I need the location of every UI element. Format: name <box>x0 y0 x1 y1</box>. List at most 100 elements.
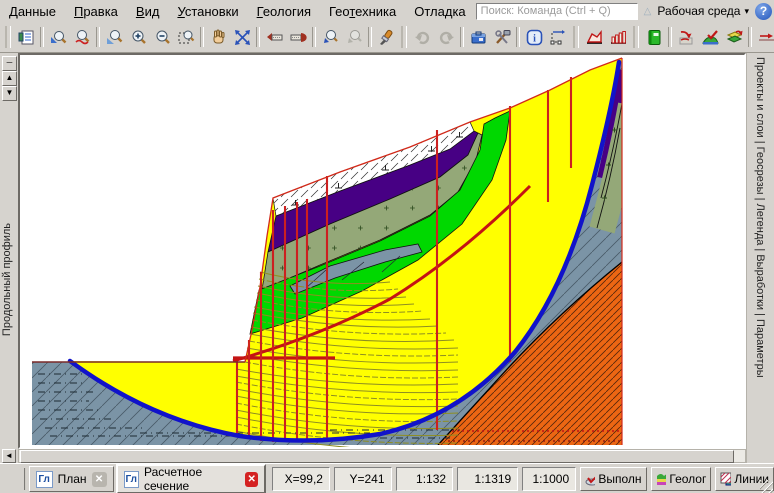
geology-toggle[interactable]: Геолог <box>651 467 712 491</box>
scroll-down-button[interactable]: ▼ <box>2 86 17 101</box>
section-curve-icon <box>678 29 695 46</box>
fit-view-button[interactable] <box>230 25 254 49</box>
find-icon <box>322 29 339 46</box>
horizontal-scrollbar[interactable] <box>18 449 746 463</box>
search-input[interactable] <box>476 3 638 20</box>
tab-plan[interactable]: Гл План ✕ <box>29 466 114 492</box>
bar-chart-icon <box>610 29 627 46</box>
zoom-out-button[interactable] <box>150 25 174 49</box>
scale-current: 1:132 <box>396 467 454 491</box>
scale-vertical: 1:1000 <box>522 467 576 491</box>
zoom-selection-button[interactable] <box>174 25 198 49</box>
tools-button[interactable] <box>490 25 514 49</box>
redo-button[interactable] <box>434 25 458 49</box>
find-next-button[interactable] <box>342 25 366 49</box>
resize-grip[interactable] <box>760 480 773 493</box>
menu-bar: Данные Правка Вид Установки Геология Гео… <box>0 0 774 23</box>
help-icon[interactable]: ? <box>755 3 772 20</box>
chevron-down-icon: ▾ <box>744 6 749 17</box>
geology-layers-icon <box>656 472 667 486</box>
find-next-icon <box>346 29 363 46</box>
geology-check-icon <box>702 29 719 46</box>
profile-chart-button[interactable] <box>582 25 606 49</box>
menu-view[interactable]: Вид <box>127 2 169 21</box>
zoom-previous-button[interactable] <box>70 25 94 49</box>
zoom-out-icon <box>154 29 171 46</box>
scroll-up-button[interactable]: ▲ <box>2 71 17 86</box>
scale-horizontal: 1:1319 <box>457 467 518 491</box>
geological-section <box>20 55 744 447</box>
menu-geotechnics[interactable]: Геотехника <box>320 2 405 21</box>
toolbar-grip[interactable] <box>573 26 579 48</box>
project-case-button[interactable] <box>466 25 490 49</box>
measure-frame-button[interactable] <box>546 25 570 49</box>
fit-view-icon <box>234 29 251 46</box>
menu-settings[interactable]: Установки <box>168 2 247 21</box>
menu-geology[interactable]: Геология <box>248 2 320 21</box>
zoom-window-button[interactable] <box>102 25 126 49</box>
menu-data[interactable]: Данные <box>0 2 65 21</box>
brush-tool-icon <box>378 29 395 46</box>
document-icon: Гл <box>36 471 53 488</box>
pan-button[interactable] <box>206 25 230 49</box>
zoom-extents-icon <box>50 29 67 46</box>
toolbar-grip[interactable] <box>633 26 639 48</box>
legend-book-button[interactable] <box>642 25 666 49</box>
tab-longitudinal-profile[interactable]: Продольный профиль <box>1 223 13 336</box>
search-marker-icon: △ <box>644 6 652 17</box>
info-icon: i <box>526 29 543 46</box>
zoom-extents-button[interactable] <box>46 25 70 49</box>
x-coordinate: X=99,2 <box>272 467 330 491</box>
workspace-switcher[interactable]: Рабочая среда <box>657 4 740 18</box>
main-toolbar: i » <box>0 22 774 53</box>
toolbar-grip[interactable] <box>401 26 407 48</box>
zoom-selection-icon <box>178 29 195 46</box>
execute-toggle[interactable]: Выполн <box>580 467 646 491</box>
doc-properties-icon <box>18 29 35 46</box>
status-bar: Гл План ✕ Гл Расчетное сечение ✕ X=99,2 … <box>0 463 774 493</box>
menu-edit[interactable]: Правка <box>65 2 127 21</box>
statusbar-grip <box>0 468 26 490</box>
undo-button[interactable] <box>410 25 434 49</box>
zoom-in-icon <box>130 29 147 46</box>
tab-calculation-section[interactable]: Гл Расчетное сечение ✕ <box>116 464 267 493</box>
line-arrow-button[interactable] <box>754 25 774 49</box>
section-curve-button[interactable] <box>674 25 698 49</box>
toolbar-grip[interactable] <box>5 26 11 48</box>
hatch-square-icon <box>720 472 731 486</box>
section-right-button[interactable] <box>286 25 310 49</box>
application-window: Данные Правка Вид Установки Геология Гео… <box>0 0 774 493</box>
close-icon[interactable]: ✕ <box>245 472 258 487</box>
left-panel-strip: ─ ▲ ▼ Продольный профиль <box>0 53 18 463</box>
document-icon: Гл <box>124 471 139 488</box>
brush-tool-button[interactable] <box>374 25 398 49</box>
section-left-button[interactable] <box>262 25 286 49</box>
right-panel-tabs[interactable]: Проекты и слои | Геосрезы | Легенда | Вы… <box>754 57 766 378</box>
undo-icon <box>414 29 431 46</box>
pan-hand-icon <box>210 29 227 46</box>
menu-debug[interactable]: Отладка <box>405 2 474 21</box>
close-icon[interactable]: ✕ <box>92 472 107 487</box>
section-left-icon <box>266 29 283 46</box>
zoom-window-icon <box>106 29 123 46</box>
find-button[interactable] <box>318 25 342 49</box>
doc-properties-button[interactable] <box>14 25 38 49</box>
zoom-in-button[interactable] <box>126 25 150 49</box>
y-coordinate: Y=241 <box>334 467 392 491</box>
tools-icon <box>494 29 511 46</box>
scroll-left-button[interactable]: ◄ <box>2 449 16 463</box>
layers-export-button[interactable] <box>722 25 746 49</box>
scrollbar-thumb[interactable] <box>20 450 734 463</box>
info-button[interactable]: i <box>522 25 546 49</box>
geology-check-button[interactable] <box>698 25 722 49</box>
check-icon <box>585 472 595 486</box>
bar-chart-button[interactable] <box>606 25 630 49</box>
redo-icon <box>438 29 455 46</box>
legend-book-icon <box>646 29 663 46</box>
drawing-canvas[interactable] <box>18 53 746 449</box>
collapse-button[interactable]: ─ <box>2 56 17 71</box>
line-arrow-icon <box>758 29 774 46</box>
zoom-previous-icon <box>74 29 91 46</box>
svg-text:i: i <box>533 33 536 44</box>
right-panel-strip: Проекты и слои | Геосрезы | Легенда | Вы… <box>746 53 774 463</box>
